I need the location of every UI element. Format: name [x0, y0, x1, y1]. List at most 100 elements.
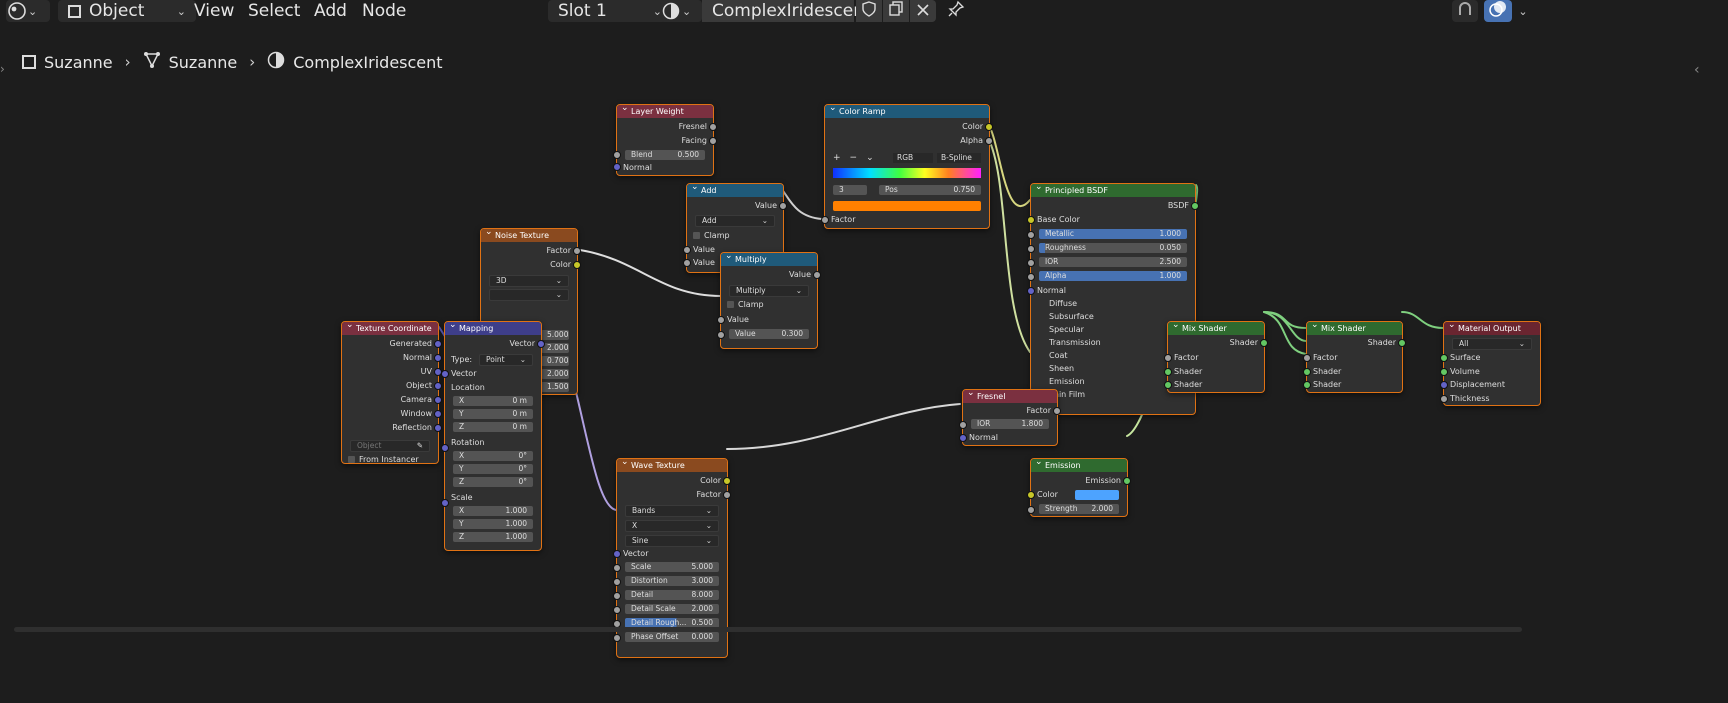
direction-dropdown[interactable]: X ⌄	[625, 520, 719, 532]
node-material-output[interactable]: Material Output All ⌄ Surface Volume Disp…	[1440, 319, 1541, 406]
type-dropdown[interactable]: ⌄	[489, 289, 569, 301]
rotation-x-field[interactable]: X 0°	[453, 451, 533, 461]
socket-output[interactable]	[1123, 477, 1131, 485]
fake-user-button[interactable]	[856, 0, 882, 22]
socket-input[interactable]	[613, 592, 621, 600]
clamp-checkbox[interactable]: Clamp	[727, 299, 811, 310]
blend-field[interactable]: Blend 0.500	[625, 150, 705, 160]
material-browse-button[interactable]: ⌄	[660, 0, 702, 22]
socket-input[interactable]	[613, 151, 621, 159]
unlink-material-button[interactable]	[910, 0, 936, 22]
param-field[interactable]: 2.000	[541, 369, 569, 379]
editor-type-button[interactable]: ⌄	[6, 0, 50, 22]
socket-input[interactable]	[613, 163, 621, 171]
socket-output[interactable]	[573, 261, 581, 269]
mode-dropdown[interactable]: Object ⌄	[58, 0, 196, 22]
roughness-field[interactable]: Roughness 0.050	[1039, 243, 1187, 253]
strength-field[interactable]: Strength 2.000	[1039, 504, 1119, 514]
menu-node[interactable]: Node	[354, 0, 414, 22]
socket-output[interactable]	[985, 137, 993, 145]
node-layer-weight[interactable]: Layer Weight Fresnel Facing Blend 0.500 N…	[613, 102, 717, 176]
socket-input[interactable]	[1027, 491, 1035, 499]
socket-output[interactable]	[573, 247, 581, 255]
color-mode-dropdown[interactable]: RGB	[893, 153, 933, 163]
socket-input[interactable]	[1303, 354, 1311, 362]
emission-color-swatch[interactable]	[1075, 490, 1119, 500]
stop-color-swatch[interactable]	[833, 201, 981, 211]
node-emission[interactable]: Emission Emission Color Strength2.000	[1027, 456, 1131, 517]
node-mix-shader-1[interactable]: Mix Shader Shader Factor Shader Shader	[1164, 319, 1268, 393]
socket-output[interactable]	[1260, 339, 1268, 347]
operation-dropdown[interactable]: Multiply ⌄	[729, 285, 809, 297]
param-field[interactable]: 5.000	[541, 330, 569, 340]
socket-input[interactable]	[613, 606, 621, 614]
socket-input[interactable]	[613, 550, 621, 558]
duplicate-material-button[interactable]	[883, 0, 909, 22]
socket-output[interactable]	[985, 123, 993, 131]
socket-input[interactable]	[1440, 381, 1448, 389]
node-multiply[interactable]: Multiply Value Multiply ⌄ Clamp Value Val…	[717, 250, 821, 349]
socket-input[interactable]	[717, 316, 725, 324]
location-z-field[interactable]: Z 0 m	[453, 422, 533, 432]
socket-input[interactable]	[1027, 506, 1035, 514]
position-field[interactable]: Pos 0.750	[879, 185, 981, 195]
socket-input[interactable]	[441, 370, 449, 378]
socket-input[interactable]	[683, 246, 691, 254]
location-x-field[interactable]: X 0 m	[453, 396, 533, 406]
param-field[interactable]: 2.000	[541, 343, 569, 353]
socket-input[interactable]	[1164, 368, 1172, 376]
socket-output[interactable]	[434, 354, 442, 362]
rotation-z-field[interactable]: Z 0°	[453, 477, 533, 487]
socket-output[interactable]	[1191, 202, 1199, 210]
socket-input[interactable]	[441, 499, 449, 507]
node-mapping[interactable]: Mapping Vector Type: Point ⌄ Vector Locat…	[441, 319, 545, 551]
overlay-dropdown[interactable]: ⌄	[1514, 0, 1532, 22]
menu-add[interactable]: Add	[306, 0, 355, 22]
menu-view[interactable]: View	[186, 0, 242, 22]
socket-input[interactable]	[1027, 245, 1035, 253]
socket-output[interactable]	[779, 202, 787, 210]
chevron-down-icon[interactable]: ⌄	[866, 153, 874, 163]
target-dropdown[interactable]: All ⌄	[1452, 338, 1532, 350]
clamp-checkbox[interactable]: Clamp	[693, 230, 777, 241]
stop-index-field[interactable]: 3	[833, 185, 867, 195]
socket-input[interactable]	[1303, 381, 1311, 389]
socket-input[interactable]	[613, 564, 621, 572]
object-field[interactable]: Object ✎	[350, 440, 430, 452]
param-field[interactable]: 0.700	[541, 356, 569, 366]
eyedropper-icon[interactable]: ✎	[417, 441, 423, 451]
socket-input[interactable]	[1164, 381, 1172, 389]
phase-offset-field[interactable]: Phase Offset 0.000	[625, 632, 719, 642]
socket-output[interactable]	[434, 396, 442, 404]
interpolation-dropdown[interactable]: B-Spline	[937, 153, 981, 163]
wave-type-dropdown[interactable]: Bands ⌄	[625, 505, 719, 517]
material-name-field[interactable]: ComplexIridescent	[702, 0, 871, 22]
operation-dropdown[interactable]: Add ⌄	[695, 215, 775, 227]
remove-stop-icon[interactable]: −	[850, 153, 858, 163]
panel-diffuse[interactable]: Diffuse	[1037, 298, 1189, 309]
socket-output[interactable]	[537, 340, 545, 348]
socket-input[interactable]	[959, 434, 967, 442]
socket-output[interactable]	[434, 424, 442, 432]
scale-z-field[interactable]: Z 1.000	[453, 532, 533, 542]
node-texture-coordinate[interactable]: Texture Coordinate Generated Normal UV O…	[341, 319, 442, 464]
socket-output[interactable]	[1053, 407, 1061, 415]
socket-input[interactable]	[1027, 231, 1035, 239]
socket-output[interactable]	[1398, 339, 1406, 347]
value-field[interactable]: Value 0.300	[729, 329, 809, 339]
node-color-ramp[interactable]: Color Ramp Color Alpha + − ⌄ RGB B-Splin…	[821, 102, 993, 229]
horizontal-scrollbar[interactable]	[14, 627, 1522, 632]
location-y-field[interactable]: Y 0 m	[453, 409, 533, 419]
snap-button[interactable]	[1452, 0, 1478, 22]
socket-input[interactable]	[441, 444, 449, 452]
socket-input[interactable]	[1440, 354, 1448, 362]
ior-field[interactable]: IOR 2.500	[1039, 257, 1187, 267]
menu-select[interactable]: Select	[240, 0, 308, 22]
socket-input[interactable]	[1027, 216, 1035, 224]
scale-y-field[interactable]: Y 1.000	[453, 519, 533, 529]
node-canvas[interactable]: Layer Weight Fresnel Facing Blend 0.500 N…	[0, 30, 1700, 695]
ior-field[interactable]: IOR 1.800	[971, 419, 1049, 429]
dimensions-dropdown[interactable]: 3D ⌄	[489, 275, 569, 287]
socket-input[interactable]	[613, 578, 621, 586]
socket-input[interactable]	[1440, 395, 1448, 403]
